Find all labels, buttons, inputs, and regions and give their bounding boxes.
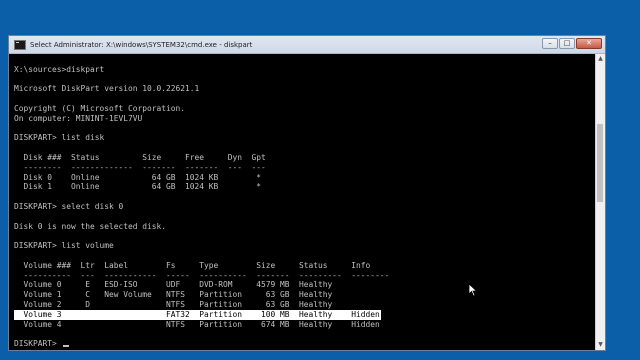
command-prompt-line: DISKPART>: [14, 339, 595, 349]
console-line: Volume 4 NTFS Partition 674 MB Healthy H…: [14, 319, 380, 329]
selected-console-line: Volume 3 FAT32 Partition 100 MB Healthy …: [14, 309, 381, 320]
title-bar[interactable]: Select Administrator: X:\windows\SYSTEM3…: [9, 36, 605, 54]
mouse-pointer-icon: [468, 283, 478, 297]
console-line: Copyright (C) Microsoft Corporation.: [14, 103, 186, 113]
maximize-button[interactable]: □: [559, 38, 575, 49]
console-line: On computer: MININT-1EVL7VU: [14, 113, 143, 123]
console-line: Disk ### Status Size Free Dyn Gpt: [14, 152, 266, 162]
minimize-button[interactable]: –: [542, 38, 558, 49]
scrollbar-thumb[interactable]: [597, 124, 603, 202]
window-controls: – □ ✕: [542, 38, 602, 49]
console-line: -------- ------------- ------- ------- -…: [14, 162, 266, 172]
console-line: Disk 0 Online 64 GB 1024 KB *: [14, 172, 262, 182]
console-line: ---------- --- ----------- ----- -------…: [14, 270, 390, 280]
console-output[interactable]: X:\sources>diskpart Microsoft DiskPart ve…: [9, 54, 595, 350]
console-line: Volume 2 D NTFS Partition 63 GB Healthy: [14, 299, 333, 309]
window-title: Select Administrator: X:\windows\SYSTEM3…: [30, 40, 253, 49]
vertical-scrollbar[interactable]: ▲ ▼: [595, 54, 605, 350]
console-line: Volume 1 C New Volume NTFS Partition 63 …: [14, 290, 333, 300]
console-line: DISKPART> list disk: [14, 133, 105, 143]
cmd-icon: [14, 39, 26, 50]
console-line: Microsoft DiskPart version 10.0.22621.1: [14, 84, 200, 94]
cmd-window[interactable]: Select Administrator: X:\windows\SYSTEM3…: [8, 35, 606, 351]
console-line: Disk 1 Online 64 GB 1024 KB *: [14, 182, 262, 192]
arrow-down-icon[interactable]: ▼: [596, 340, 605, 350]
text-cursor: [62, 345, 69, 348]
console-line: Disk 0 is now the selected disk.: [14, 221, 167, 231]
console-line: X:\sources>diskpart: [14, 64, 105, 74]
close-button[interactable]: ✕: [576, 38, 602, 49]
arrow-up-icon[interactable]: ▲: [596, 54, 605, 64]
console-line: DISKPART> select disk 0: [14, 201, 124, 211]
desktop: Select Administrator: X:\windows\SYSTEM3…: [0, 0, 640, 360]
console-line: DISKPART> list volume: [14, 241, 114, 251]
console-line: Volume 0 E ESD-ISO UDF DVD-ROM 4579 MB H…: [14, 280, 333, 290]
console-line: Volume ### Ltr Label Fs Type Size Status…: [14, 260, 371, 270]
